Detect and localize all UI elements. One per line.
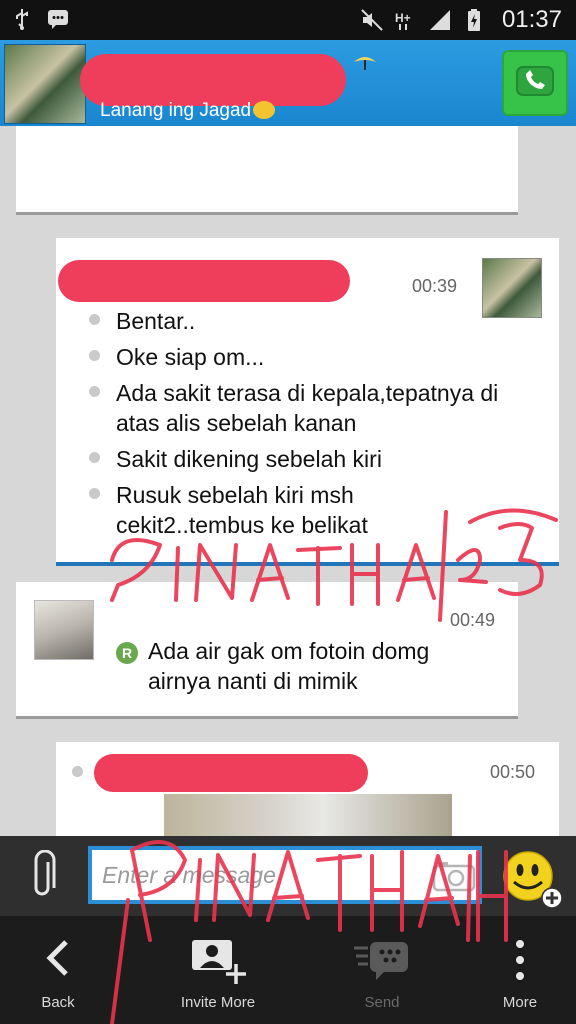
read-status-badge: R xyxy=(116,642,138,664)
nav-label: Send xyxy=(364,994,400,1011)
status-bar: H+ 01:37 xyxy=(0,0,576,40)
previous-message-bubble xyxy=(16,126,518,212)
status-text: Lanang ing Jagad xyxy=(100,100,252,121)
contact-avatar[interactable] xyxy=(4,44,86,124)
hug-emoji-icon xyxy=(253,101,276,119)
message-bubble[interactable]: 00:49 R Ada air gak om fotoin domg airny… xyxy=(16,582,518,716)
shared-photo[interactable] xyxy=(164,794,452,836)
chevron-left-icon xyxy=(46,940,68,976)
overflow-menu-icon xyxy=(516,940,524,980)
send-button[interactable]: Send xyxy=(310,916,454,1024)
message-time: 00:50 xyxy=(490,762,536,782)
message-line: cekit2..tembus ke belikat xyxy=(116,512,368,538)
message-bubble[interactable]: 00:50 xyxy=(56,742,559,836)
back-button[interactable]: Back xyxy=(0,916,130,1024)
status-right-icons: H+ 01:37 xyxy=(360,6,562,34)
voice-call-button[interactable] xyxy=(502,50,568,116)
signal-icon xyxy=(429,10,450,30)
paperclip-icon[interactable] xyxy=(26,850,60,902)
message-line: Sakit dikening sebelah kiri xyxy=(116,446,382,472)
bullet-dot xyxy=(72,766,83,777)
sender-avatar[interactable] xyxy=(482,258,542,318)
redacted-sender-name xyxy=(58,260,350,302)
smiley-add-icon[interactable] xyxy=(502,850,562,910)
message-line: Ada sakit terasa di kepala,tepatnya di xyxy=(116,380,499,406)
bullet-dot xyxy=(89,452,100,463)
invite-more-button[interactable]: Invite More xyxy=(146,916,290,1024)
usb-icon xyxy=(16,9,28,30)
svg-text:H+: H+ xyxy=(395,11,411,25)
more-button[interactable]: More xyxy=(448,916,576,1024)
contact-status-message: Lanang ing Jagad xyxy=(100,100,276,122)
sender-avatar[interactable] xyxy=(34,600,94,660)
chat-conversation[interactable]: 00:39 Bentar.. Oke siap om... Ada sakit … xyxy=(0,126,576,836)
redacted-contact-name xyxy=(80,54,346,106)
message-input[interactable] xyxy=(88,846,482,904)
message-time: 00:49 xyxy=(450,610,496,630)
battery-icon xyxy=(467,9,480,31)
bottom-action-bar: Back Invite More Send More xyxy=(0,916,576,1024)
chat-header: Lanang ing Jagad xyxy=(0,40,576,126)
phone-icon xyxy=(516,66,554,96)
add-person-icon xyxy=(192,940,246,984)
nav-label: Invite More xyxy=(180,994,256,1011)
bullet-dot xyxy=(89,314,100,325)
status-left-icons xyxy=(10,7,70,31)
message-line: atas alis sebelah kanan xyxy=(116,410,357,436)
bullet-dot xyxy=(89,386,100,397)
nav-label: Back xyxy=(41,994,75,1011)
nav-label: More xyxy=(502,994,538,1011)
mute-icon xyxy=(361,9,383,31)
message-composer xyxy=(0,836,576,916)
redacted-sender-name xyxy=(94,754,368,792)
message-line: Ada air gak om fotoin domg xyxy=(148,638,430,664)
hplus-network-icon: H+ xyxy=(395,11,411,30)
message-line: Oke siap om... xyxy=(116,344,265,370)
message-line: Rusuk sebelah kiri msh xyxy=(116,482,354,508)
bullet-dot xyxy=(89,488,100,499)
bbm-send-icon xyxy=(354,942,408,980)
message-line: Bentar.. xyxy=(116,308,196,334)
chat-notification-icon xyxy=(48,10,68,29)
message-line: airnya nanti di mimik xyxy=(148,668,358,694)
message-bubble[interactable]: 00:39 Bentar.. Oke siap om... Ada sakit … xyxy=(56,238,559,566)
status-clock: 01:37 xyxy=(501,6,562,33)
message-time: 00:39 xyxy=(412,276,458,296)
status-emoticon-icon xyxy=(354,57,376,70)
camera-icon[interactable] xyxy=(432,860,476,892)
bullet-dot xyxy=(89,350,100,361)
